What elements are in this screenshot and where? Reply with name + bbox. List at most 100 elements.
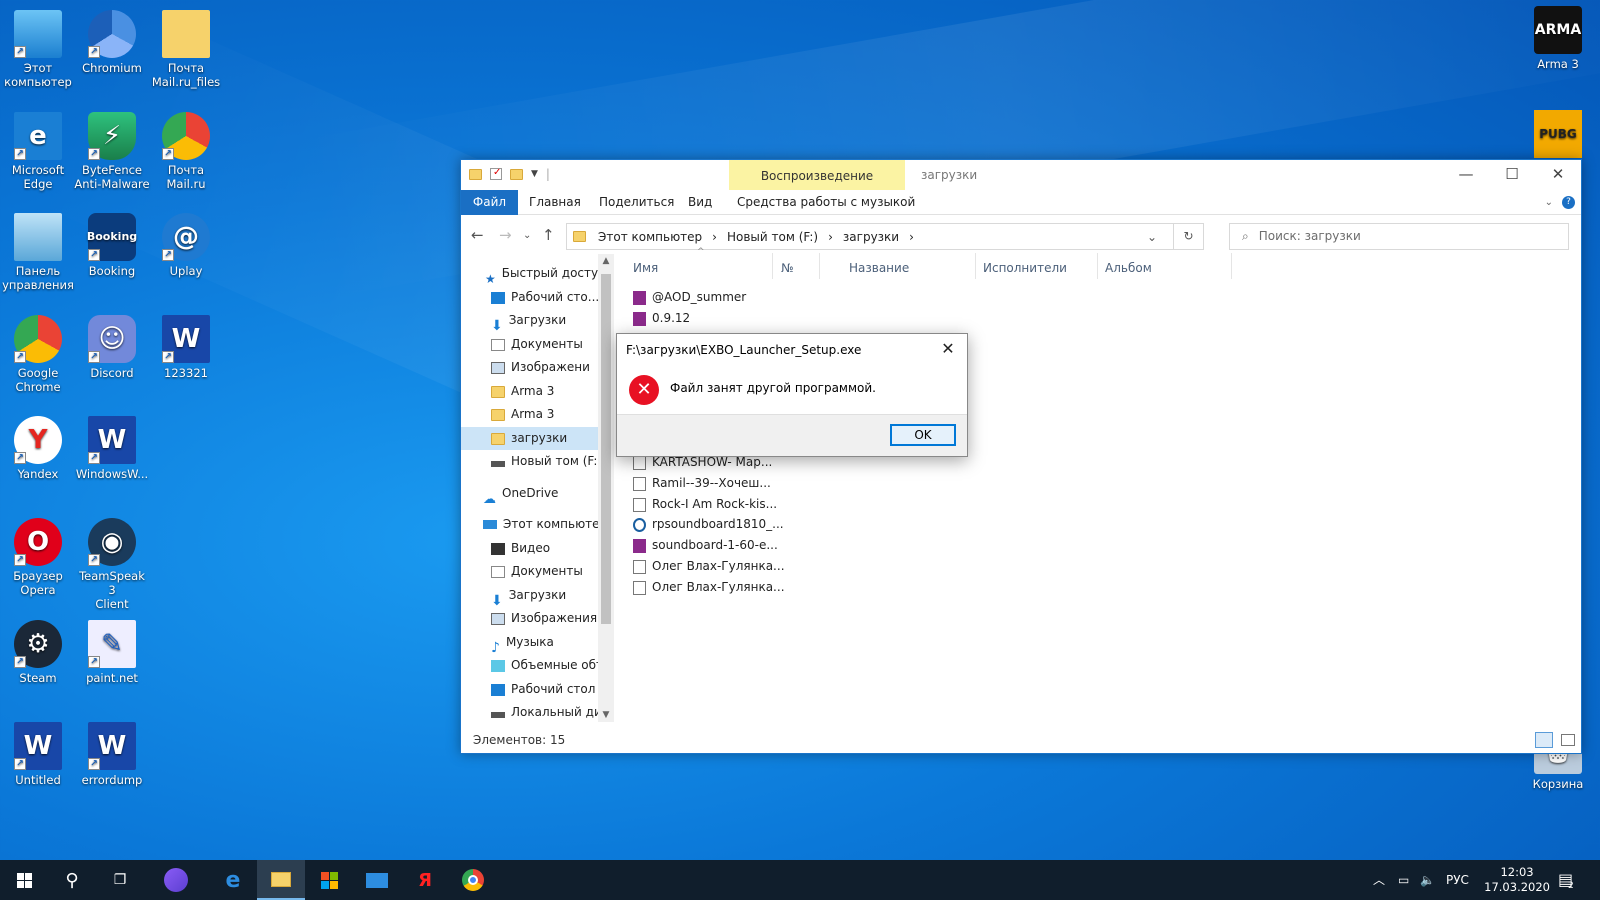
nav-scrollbar[interactable]: ▲ ▼: [598, 254, 614, 722]
back-arrow-icon[interactable]: ←: [471, 226, 484, 244]
nav-item-arma3[interactable]: Arma 3: [491, 380, 615, 403]
nav-item-downloads[interactable]: ⬇Загрузки✎: [491, 309, 615, 332]
nav-pc-3d-objects[interactable]: Объемные объ: [491, 654, 615, 677]
explorer-taskbar-button[interactable]: [257, 860, 305, 900]
scroll-down-icon[interactable]: ▼: [598, 708, 614, 722]
desktop-icon-bytefence[interactable]: ⚡ ↗ ByteFence Anti-Malware: [74, 112, 150, 191]
file-row[interactable]: 0.9.12: [633, 308, 690, 329]
desktop-icon-arma[interactable]: ARMA Arma 3: [1520, 6, 1596, 71]
nav-item-desktop[interactable]: Рабочий сто...✎: [491, 286, 615, 309]
search-input[interactable]: ⌕ Поиск: загрузки: [1229, 223, 1569, 250]
details-view-icon[interactable]: [1535, 732, 1553, 748]
yandex-taskbar-button[interactable]: Я: [401, 860, 449, 900]
desktop-icon-chromium[interactable]: ↗ Chromium: [74, 10, 150, 75]
refresh-button[interactable]: ↻: [1174, 223, 1204, 250]
nav-pc-local-disk[interactable]: Локальный дис: [491, 701, 615, 722]
tab-music-tools[interactable]: Средства работы с музыкой: [737, 190, 915, 215]
minimize-button[interactable]: —: [1443, 160, 1489, 190]
action-center-button[interactable]: ▤ 2: [1558, 860, 1574, 900]
desktop-icon-word[interactable]: W ↗ errordump: [74, 722, 150, 787]
desktop-icon-chrome[interactable]: ↗ Почта Mail.ru: [148, 112, 224, 191]
file-row[interactable]: Олег Влах-Гулянка...: [633, 577, 785, 598]
file-row[interactable]: Ramil--39--Хочеш...: [633, 473, 771, 494]
address-dropdown-icon[interactable]: ⌄: [1147, 230, 1157, 244]
forward-arrow-icon[interactable]: →: [499, 226, 512, 244]
nav-item-downloads-folder[interactable]: загрузки: [461, 427, 598, 450]
breadcrumb-drive-f[interactable]: Новый том (F:): [727, 230, 818, 244]
nav-item-arma3[interactable]: Arma 3: [491, 403, 615, 426]
mail-taskbar-button[interactable]: [353, 860, 401, 900]
desktop-icon-steam[interactable]: ⚙ ↗ Steam: [0, 620, 76, 685]
start-button[interactable]: [0, 860, 48, 900]
address-input[interactable]: Этот компьютер › Новый том (F:) › загрузки…: [566, 223, 1174, 250]
new-folder-icon[interactable]: [510, 168, 523, 180]
task-view-button[interactable]: ❐: [96, 860, 144, 900]
store-taskbar-button[interactable]: [305, 860, 353, 900]
column-name[interactable]: Имя: [633, 261, 658, 275]
desktop-icon-yandex[interactable]: Y ↗ Yandex: [0, 416, 76, 481]
desktop-icon-word[interactable]: W ↗ Untitled: [0, 722, 76, 787]
maximize-button[interactable]: ☐: [1489, 160, 1535, 190]
nav-item-documents[interactable]: Документы✎: [491, 333, 615, 356]
desktop-icon-word[interactable]: W ↗ 123321: [148, 315, 224, 380]
tab-file[interactable]: Файл: [461, 190, 518, 215]
clock[interactable]: 12:03 17.03.2020: [1484, 865, 1550, 895]
scrollbar-thumb[interactable]: [601, 274, 611, 624]
up-arrow-icon[interactable]: ↑: [542, 226, 555, 244]
desktop-icon-control-panel[interactable]: Панель управления: [0, 213, 76, 292]
desktop-icon-computer[interactable]: ↗ Этот компьютер: [0, 10, 76, 89]
dialog-close-button[interactable]: ✕: [935, 336, 961, 362]
nav-quick-access[interactable]: ★ Быстрый доступ: [485, 262, 615, 285]
column-artists[interactable]: Исполнители: [983, 261, 1067, 275]
desktop-icon-discord[interactable]: ☺ ↗ Discord: [74, 315, 150, 380]
file-row[interactable]: Rock-I Am Rock-kis...: [633, 494, 777, 515]
search-button[interactable]: ⚲: [48, 860, 96, 900]
breadcrumb-downloads[interactable]: загрузки: [843, 230, 899, 244]
alice-button[interactable]: [152, 860, 200, 900]
language-indicator[interactable]: РУС: [1446, 860, 1469, 900]
scroll-up-icon[interactable]: ▲: [598, 254, 614, 268]
show-hidden-icons-button[interactable]: ︿: [1373, 860, 1385, 900]
desktop-icon-opera[interactable]: O ↗ Браузер Opera: [0, 518, 76, 597]
desktop-icon-chrome[interactable]: ↗ Google Chrome: [0, 315, 76, 394]
tab-home[interactable]: Главная: [529, 190, 581, 215]
breadcrumb-this-pc[interactable]: Этот компьютер: [598, 230, 702, 244]
column-album[interactable]: Альбом: [1105, 261, 1152, 275]
context-tab-playback[interactable]: Воспроизведение: [729, 160, 905, 190]
tab-share[interactable]: Поделиться: [599, 190, 674, 215]
network-icon[interactable]: ▭: [1398, 860, 1409, 900]
nav-item-drive-f[interactable]: Новый том (F:): [491, 450, 615, 473]
nav-pc-documents[interactable]: Документы: [491, 560, 615, 583]
tab-view[interactable]: Вид: [688, 190, 712, 215]
ok-button[interactable]: OK: [890, 424, 956, 446]
file-row[interactable]: rpsoundboard1810_...: [633, 514, 784, 535]
large-icons-view-icon[interactable]: [1561, 734, 1575, 746]
nav-item-pictures[interactable]: Изображени✎: [491, 356, 615, 379]
desktop-icon-pubg[interactable]: PUBG: [1520, 110, 1596, 161]
close-button[interactable]: ✕: [1535, 160, 1581, 190]
desktop-icon-word[interactable]: W ↗ WindowsW...: [74, 416, 150, 481]
file-row[interactable]: @AOD_summer: [633, 287, 746, 308]
column-title[interactable]: Название: [849, 261, 909, 275]
column-number[interactable]: №: [781, 261, 793, 275]
desktop-icon-uplay[interactable]: @ ↗ Uplay: [148, 213, 224, 278]
desktop-icon-edge[interactable]: e ↗ Microsoft Edge: [0, 112, 76, 191]
nav-pc-desktop[interactable]: Рабочий стол: [491, 678, 615, 701]
desktop-icon-paintnet[interactable]: ✎ ↗ paint.net: [74, 620, 150, 685]
desktop-icon-teamspeak[interactable]: ◉ ↗ TeamSpeak 3 Client: [74, 518, 150, 611]
nav-pc-pictures[interactable]: Изображения: [491, 607, 615, 630]
file-row[interactable]: soundboard-1-60-e...: [633, 535, 778, 556]
file-row[interactable]: Олег Влах-Гулянка...: [633, 556, 785, 577]
nav-pc-music[interactable]: ♪ Музыка: [491, 631, 615, 654]
nav-onedrive[interactable]: ☁ OneDrive: [483, 482, 615, 505]
nav-pc-videos[interactable]: Видео: [491, 537, 615, 560]
nav-this-pc[interactable]: Этот компьютер: [483, 513, 615, 536]
desktop-icon-booking[interactable]: Booking ↗ Booking: [74, 213, 150, 278]
edge-taskbar-button[interactable]: e: [209, 860, 257, 900]
recent-dropdown-icon[interactable]: ⌄: [523, 230, 531, 241]
nav-pc-downloads[interactable]: ⬇ Загрузки: [491, 584, 615, 607]
chevron-down-icon[interactable]: ▼: [531, 169, 538, 179]
ribbon-expand-icon[interactable]: ⌄: [1545, 190, 1553, 215]
volume-icon[interactable]: 🔈: [1420, 860, 1435, 900]
desktop-icon-folder[interactable]: Почта Mail.ru_files: [148, 10, 224, 89]
